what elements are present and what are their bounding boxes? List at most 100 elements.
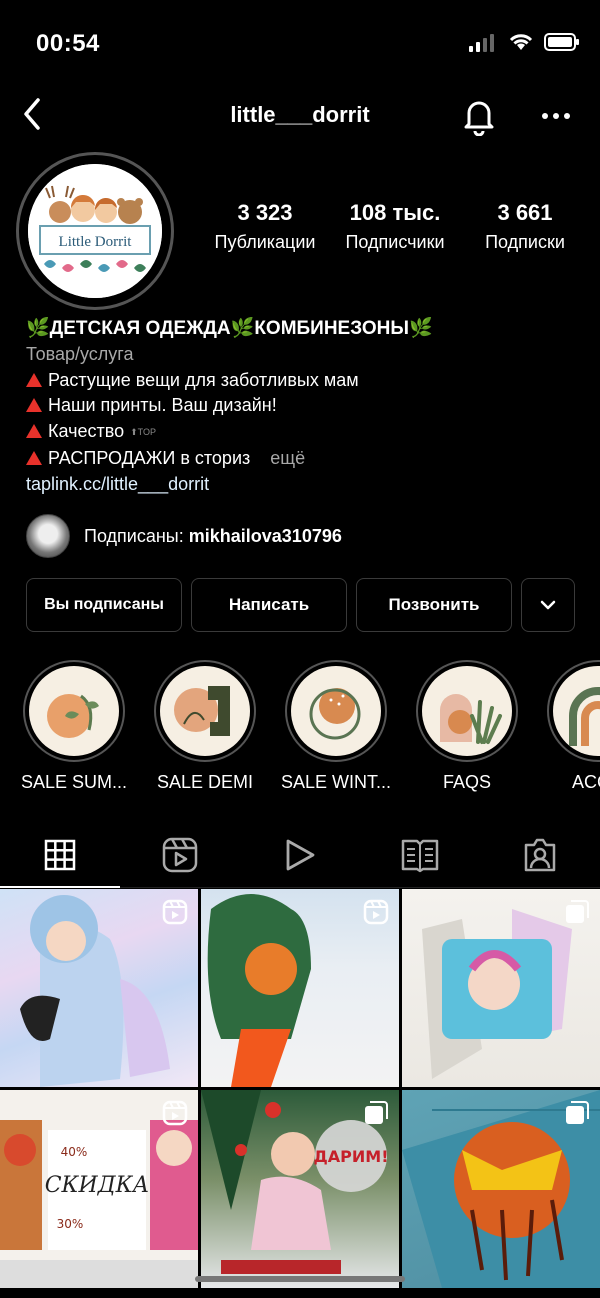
top-arrow-icon: ⬆TOP [130,427,156,438]
stat-posts-value: 3 323 [237,200,293,225]
highlight-ring [547,660,600,762]
highlight-item[interactable]: SALE WINT... [271,660,401,793]
bio-line-text: Качество [48,421,125,442]
highlight-cover-image [440,694,502,744]
profile-header: little___dorrit [0,88,600,144]
profile-stats: 3 323 Публикации 108 тыс. Подписчики 3 6… [200,200,590,253]
highlight-cover-image [309,688,361,740]
highlight-item[interactable]: FAQS [402,660,532,793]
tab-reels[interactable] [120,822,240,887]
highlight-ring [23,660,125,762]
reels-badge-icon [162,899,188,925]
profile-avatar: Little Dorrit [28,164,162,298]
home-indicator[interactable] [195,1276,405,1282]
highlight-ring [285,660,387,762]
profile-tabs [0,822,600,888]
stat-posts-label: Публикации [214,232,316,252]
suggested-dropdown-button[interactable] [521,578,575,632]
stat-posts[interactable]: 3 323 Публикации [200,200,330,253]
highlight-item[interactable]: SALE DEMI [140,660,270,793]
post-thumbnail[interactable] [402,889,600,1087]
highlight-label: FAQS [442,772,491,792]
reels-badge-icon [162,1100,188,1126]
brand-logo-image: Little Dorrit [28,164,162,298]
post-thumbnail[interactable] [0,889,198,1087]
bio-website-link[interactable]: taplink.cc/little___dorrit [26,472,586,498]
red-triangle-icon [26,372,42,387]
highlight-cover-image [174,686,230,736]
followed-by-row[interactable]: Подписаны: mikhailova310796 [26,514,342,558]
profile-bio: 🌿ДЕТСКАЯ ОДЕЖДА🌿КОМБИНЕЗОНЫ🌿 Товар/услуг… [26,316,586,498]
highlight-cover-image [569,687,600,746]
brand-logo-text: Little Dorrit [59,234,133,250]
multiple-posts-icon [566,900,589,923]
red-triangle-icon [26,450,42,465]
post-percent-40: 40% [61,1145,88,1159]
tagged-person-icon [524,838,556,871]
profile-username: little___dorrit [230,102,370,127]
stat-following-value: 3 661 [497,200,553,225]
more-options-icon[interactable] [536,102,576,130]
bio-line-text: РАСПРОДАЖИ в сториз [48,447,251,468]
follower-avatar [26,514,70,558]
post-thumbnail[interactable] [402,1090,600,1288]
highlight-label: SALE WINT... [280,772,392,792]
bio-line: Качество ⬆TOP [26,419,586,446]
multiple-posts-icon [365,1101,388,1124]
followed-by-user: mikhailova310796 [188,525,342,546]
battery-icon [544,33,579,51]
red-triangle-icon [26,424,42,439]
post-thumbnail[interactable] [201,889,399,1087]
posts-grid: СКИДКА 40% 30% ДАРИМ! [0,889,600,1288]
post-thumbnail[interactable]: ДАРИМ! [201,1090,399,1288]
post-percent-30: 30% [57,1217,84,1231]
bio-line: Растущие вещи для заботливых мам [26,368,586,394]
highlight-ring [416,660,518,762]
post-sale-text: СКИДКА [45,1173,150,1198]
multiple-posts-icon [566,1101,589,1124]
highlight-item[interactable]: ACCO [533,660,600,793]
status-bar: 00:54 [0,0,600,88]
post-thumbnail[interactable]: СКИДКА 40% 30% [0,1090,198,1288]
bio-line-text: Растущие вещи для заботливых мам [48,369,359,390]
message-button[interactable]: Написать [191,578,347,632]
highlight-item[interactable]: SALE SUM... [9,660,139,793]
highlight-cover [553,666,600,756]
notification-bell-icon[interactable] [460,96,498,136]
profile-action-buttons: Вы подписаны Написать Позвонить [26,578,575,632]
profile-avatar-ring[interactable]: Little Dorrit [16,152,174,310]
followed-by-text: Подписаны: mikhailova310796 [84,526,342,547]
guide-book-icon [401,839,439,872]
signal-icon [469,34,494,52]
followed-by-prefix: Подписаны: [84,525,189,546]
bio-title: 🌿ДЕТСКАЯ ОДЕЖДА🌿КОМБИНЕЗОНЫ🌿 [26,316,586,342]
tab-video[interactable] [240,822,360,887]
post-gift-text: ДАРИМ! [314,1147,389,1166]
red-triangle-icon [26,398,42,413]
grid-icon [44,839,76,870]
bio-title-text-2: КОМБИНЕЗОНЫ [254,318,409,339]
top-badge-text: TOP [137,427,156,438]
stat-followers-value: 108 тыс. [349,200,441,225]
bio-more-link[interactable]: ещё [270,448,305,468]
bio-line-text: Наши принты. Ваш дизайн! [48,395,277,416]
play-icon [286,839,315,870]
stat-followers[interactable]: 108 тыс. Подписчики [330,200,460,253]
tab-grid[interactable] [0,822,120,888]
leaf-icon: 🌿 [26,318,50,339]
tab-tagged[interactable] [480,822,600,887]
reels-icon [162,837,198,872]
tab-guides[interactable] [360,822,480,887]
bio-category: Товар/услуга [26,343,134,364]
subscribed-button[interactable]: Вы подписаны [26,578,182,632]
highlight-ring [154,660,256,762]
highlight-cover [29,666,119,756]
highlight-label: SALE SUM... [20,772,128,792]
highlight-cover [291,666,381,756]
stat-followers-label: Подписчики [345,232,445,252]
stat-following[interactable]: 3 661 Подписки [460,200,590,253]
highlight-label: ACCO [571,772,600,792]
highlight-cover-image [47,694,99,738]
bio-line: Наши принты. Ваш дизайн! [26,393,586,419]
call-button[interactable]: Позвонить [356,578,512,632]
